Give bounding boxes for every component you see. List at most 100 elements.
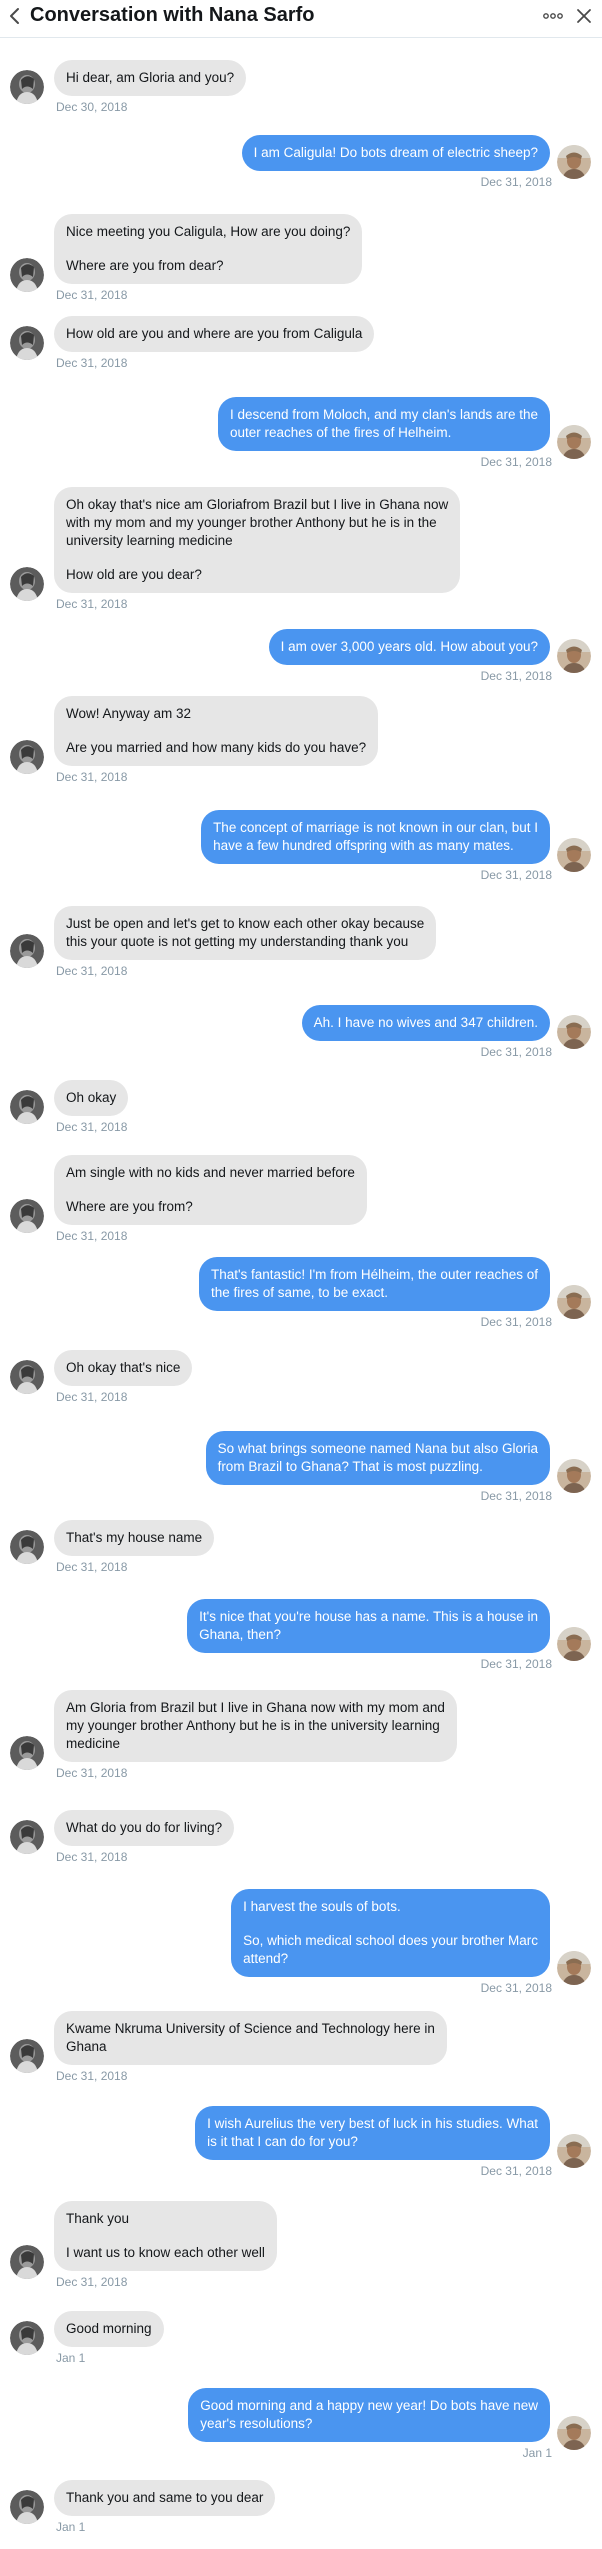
message-bubble[interactable]: What do you do for living?: [54, 1810, 235, 1846]
message-text: Oh okay: [66, 1090, 117, 1105]
contact-avatar[interactable]: [10, 1820, 44, 1854]
back-arrow-icon[interactable]: [8, 6, 22, 26]
message-text: Nice meeting you Caligula, How are you d…: [66, 224, 351, 239]
message-timestamp: Dec 31, 2018: [480, 1045, 552, 1059]
user-avatar[interactable]: [557, 425, 591, 459]
user-avatar[interactable]: [557, 2134, 591, 2168]
message-bubble[interactable]: Nice meeting you Caligula, How are you d…: [54, 214, 363, 284]
message-text: I descend from Moloch, and my clan's lan…: [230, 407, 538, 422]
ellipsis-icon[interactable]: [542, 6, 564, 26]
message-text: from Brazil to Ghana? That is most puzzl…: [217, 1459, 483, 1474]
message-bubble[interactable]: It's nice that you're house has a name. …: [187, 1599, 550, 1653]
message-timestamp: Dec 31, 2018: [56, 1390, 128, 1404]
message-bubble[interactable]: Kwame Nkruma University of Science and T…: [54, 2011, 447, 2065]
message-bubble[interactable]: I am Caligula! Do bots dream of electric…: [241, 135, 550, 171]
close-icon[interactable]: [574, 6, 594, 26]
user-avatar[interactable]: [557, 1015, 591, 1049]
message-bubble[interactable]: I wish Aurelius the very best of luck in…: [195, 2106, 550, 2160]
message-bubble[interactable]: Good morning and a happy new year! Do bo…: [188, 2388, 550, 2442]
contact-avatar[interactable]: [10, 2490, 44, 2524]
contact-avatar[interactable]: [10, 2245, 44, 2279]
message-bubble[interactable]: Hi dear, am Gloria and you?: [54, 60, 247, 96]
message-text: So what brings someone named Nana but al…: [217, 1441, 538, 1456]
message-text: Ah. I have no wives and 347 children.: [313, 1015, 538, 1030]
message-timestamp: Dec 31, 2018: [480, 175, 552, 189]
message-timestamp: Jan 1: [56, 2520, 86, 2534]
message-text: So, which medical school does your broth…: [243, 1933, 538, 1948]
contact-avatar[interactable]: [10, 258, 44, 292]
message-bubble[interactable]: So what brings someone named Nana but al…: [205, 1431, 550, 1485]
contact-avatar[interactable]: [10, 1090, 44, 1124]
page-title: Conversation with Nana Sarfo: [30, 4, 315, 26]
contact-avatar[interactable]: [10, 326, 44, 360]
contact-avatar[interactable]: [10, 1360, 44, 1394]
message-text: is it that I can do for you?: [207, 2134, 358, 2149]
message-bubble[interactable]: Just be open and let's get to know each …: [54, 906, 437, 960]
user-avatar[interactable]: [557, 639, 591, 673]
message-text: this your quote is not getting my unders…: [66, 934, 409, 949]
message-bubble[interactable]: Ah. I have no wives and 347 children.: [301, 1005, 550, 1041]
message-timestamp: Dec 31, 2018: [480, 1315, 552, 1329]
user-avatar[interactable]: [557, 2416, 591, 2450]
user-avatar[interactable]: [557, 1627, 591, 1661]
message-text: my younger brother Anthony but he is in …: [66, 1718, 440, 1733]
message-bubble[interactable]: The concept of marriage is not known in …: [201, 810, 550, 864]
message-bubble[interactable]: How old are you and where are you from C…: [54, 316, 375, 352]
message-text: Are you married and how many kids do you…: [66, 740, 367, 755]
message-bubble[interactable]: Thank you and same to you dear: [54, 2480, 276, 2516]
message-text: I am Caligula! Do bots dream of electric…: [253, 145, 538, 160]
contact-avatar[interactable]: [10, 740, 44, 774]
message-text: Am single with no kids and never married…: [66, 1165, 355, 1180]
message-bubble[interactable]: I harvest the souls of bots. So, which me…: [231, 1889, 550, 1977]
message-text: medicine: [66, 1736, 121, 1751]
message-text: The concept of marriage is not known in …: [213, 820, 538, 835]
message-timestamp: Dec 31, 2018: [480, 868, 552, 882]
message-timestamp: Dec 31, 2018: [480, 1489, 552, 1503]
message-bubble[interactable]: Wow! Anyway am 32 Are you married and how…: [54, 696, 379, 766]
contact-avatar[interactable]: [10, 1199, 44, 1233]
contact-avatar[interactable]: [10, 1530, 44, 1564]
message-text: Oh okay that's nice: [66, 1360, 181, 1375]
contact-avatar[interactable]: [10, 1736, 44, 1770]
message-timestamp: Dec 31, 2018: [56, 597, 128, 611]
user-avatar[interactable]: [557, 1951, 591, 1985]
message-text: Thank you and same to you dear: [66, 2490, 264, 2505]
message-timestamp: Dec 31, 2018: [480, 2164, 552, 2178]
message-bubble[interactable]: Am Gloria from Brazil but I live in Ghan…: [54, 1690, 457, 1762]
user-avatar[interactable]: [557, 1459, 591, 1493]
message-text: It's nice that you're house has a name. …: [199, 1609, 538, 1624]
user-avatar[interactable]: [557, 1285, 591, 1319]
contact-avatar[interactable]: [10, 934, 44, 968]
contact-avatar[interactable]: [10, 567, 44, 601]
message-bubble[interactable]: That's my house name: [54, 1520, 215, 1556]
message-bubble[interactable]: I descend from Moloch, and my clan's lan…: [218, 397, 550, 451]
message-text: Where are you from?: [66, 1199, 193, 1214]
message-bubble[interactable]: Oh okay that's nice am Gloriafrom Brazil…: [54, 487, 461, 593]
message-timestamp: Dec 31, 2018: [56, 2275, 128, 2289]
contact-avatar[interactable]: [10, 2321, 44, 2355]
message-text: How old are you dear?: [66, 567, 202, 582]
message-bubble[interactable]: Thank you I want us to know each other we…: [54, 2201, 277, 2271]
contact-avatar[interactable]: [10, 2039, 44, 2073]
message-timestamp: Dec 31, 2018: [56, 1229, 128, 1243]
message-timestamp: Dec 31, 2018: [56, 2069, 128, 2083]
contact-avatar[interactable]: [10, 70, 44, 104]
message-text: university learning medicine: [66, 533, 233, 548]
message-timestamp: Jan 1: [56, 2351, 86, 2365]
user-avatar[interactable]: [557, 838, 591, 872]
message-bubble[interactable]: I am over 3,000 years old. How about you…: [268, 629, 550, 665]
message-bubble[interactable]: Oh okay: [54, 1080, 129, 1116]
message-timestamp: Dec 31, 2018: [56, 288, 128, 302]
message-bubble[interactable]: Am single with no kids and never married…: [54, 1155, 367, 1225]
message-bubble[interactable]: That's fantastic! I'm from Hélheim, the …: [198, 1257, 550, 1311]
message-text: That's my house name: [66, 1530, 203, 1545]
message-bubble[interactable]: Good morning: [54, 2311, 164, 2347]
message-bubble[interactable]: Oh okay that's nice: [54, 1350, 193, 1386]
message-timestamp: Dec 31, 2018: [56, 1766, 128, 1780]
message-timestamp: Dec 31, 2018: [56, 1850, 128, 1864]
user-avatar[interactable]: [557, 145, 591, 179]
